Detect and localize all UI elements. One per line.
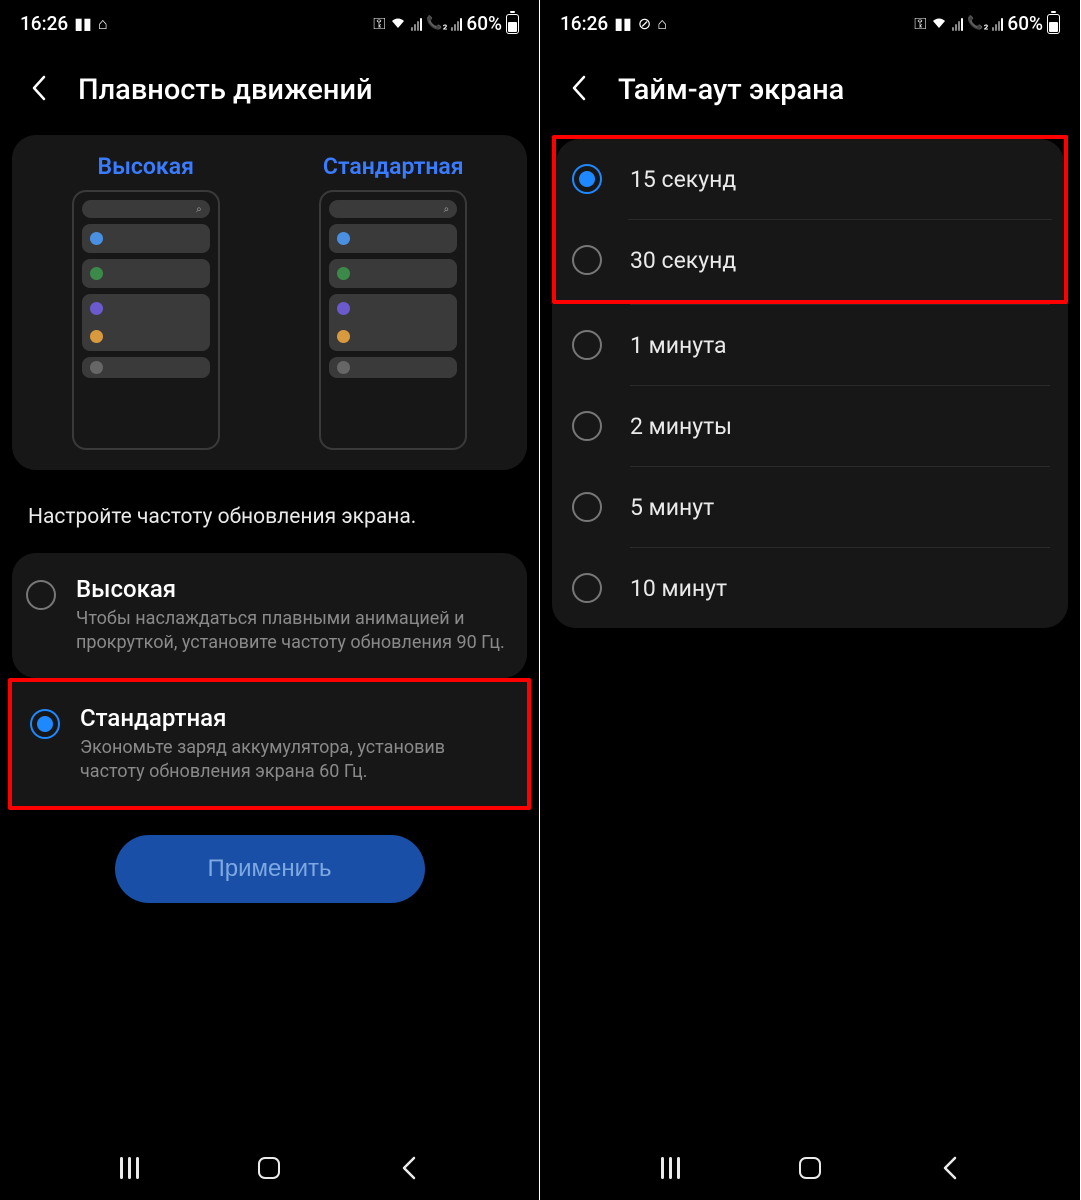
timeout-label: 2 минуты bbox=[630, 413, 732, 440]
nav-home-icon[interactable] bbox=[796, 1154, 824, 1182]
radio-selected-icon bbox=[572, 164, 602, 194]
globe-icon: ⊘ bbox=[638, 16, 651, 32]
option-standard-desc: Экономьте заряд аккумулятора, установив … bbox=[80, 736, 503, 785]
phone-screenshot-screen-timeout: 16:26 ▮▮ ⊘ ⌂ ⚿ 📞₂ 60% Тайм-аут экрана 15 bbox=[540, 0, 1080, 1200]
radio-unselected-icon bbox=[572, 245, 602, 275]
call-icon: 📞₂ bbox=[426, 17, 447, 30]
timeout-option-2m[interactable]: 2 минуты bbox=[552, 386, 1068, 466]
back-icon[interactable] bbox=[570, 74, 598, 107]
house-icon: ⌂ bbox=[98, 16, 108, 32]
status-time: 16:26 bbox=[20, 12, 68, 35]
navigation-bar bbox=[0, 1154, 539, 1182]
battery-percent: 60% bbox=[1007, 12, 1043, 35]
back-icon[interactable] bbox=[30, 74, 58, 107]
nav-home-icon[interactable] bbox=[255, 1154, 283, 1182]
preview-card: Высокая ⌕ Стандартная ⌕ bbox=[12, 135, 527, 470]
nav-back-icon[interactable] bbox=[395, 1154, 423, 1182]
timeout-label: 30 секунд bbox=[630, 247, 736, 274]
radio-selected-icon bbox=[30, 709, 60, 739]
signal-1-icon bbox=[952, 17, 963, 31]
vpn-key-icon: ⚿ bbox=[914, 16, 926, 32]
timeout-option-15s[interactable]: 15 секунд bbox=[556, 139, 1064, 219]
wifi-icon bbox=[389, 15, 407, 32]
status-time: 16:26 bbox=[560, 12, 608, 35]
search-icon: ⌕ bbox=[196, 204, 202, 215]
signal-2-icon bbox=[992, 17, 1003, 31]
option-high-desc: Чтобы наслаждаться плавными анимацией и … bbox=[76, 607, 507, 656]
signal-2-icon bbox=[451, 17, 462, 31]
refresh-rate-options: Высокая Чтобы наслаждаться плавными аним… bbox=[12, 553, 527, 678]
timeout-option-1m[interactable]: 1 минута bbox=[552, 305, 1068, 385]
apply-button[interactable]: Применить bbox=[115, 835, 425, 903]
battery-icon bbox=[1047, 14, 1060, 34]
option-standard[interactable]: Стандартная Экономьте заряд аккумулятора… bbox=[12, 682, 527, 807]
description-text: Настройте частоту обновления экрана. bbox=[0, 470, 539, 553]
nfc-icon: ▮▮ bbox=[74, 16, 92, 32]
radio-unselected-icon bbox=[572, 411, 602, 441]
phone-screenshot-motion-smoothness: 16:26 ▮▮ ⌂ ⚿ 📞₂ 60% Плавность движений В… bbox=[0, 0, 540, 1200]
battery-icon bbox=[506, 14, 519, 34]
timeout-option-5m[interactable]: 5 минут bbox=[552, 467, 1068, 547]
timeout-label: 15 секунд bbox=[630, 166, 736, 193]
preview-mock-standard: ⌕ bbox=[319, 190, 467, 450]
nfc-icon: ▮▮ bbox=[614, 16, 632, 32]
page-title: Тайм-аут экрана bbox=[618, 73, 844, 107]
status-bar: 16:26 ▮▮ ⊘ ⌂ ⚿ 📞₂ 60% bbox=[540, 0, 1080, 43]
navigation-bar bbox=[540, 1154, 1080, 1182]
radio-unselected-icon bbox=[572, 330, 602, 360]
timeout-option-10m[interactable]: 10 минут bbox=[552, 548, 1068, 628]
timeout-label: 10 минут bbox=[630, 575, 727, 602]
radio-unselected-icon bbox=[572, 492, 602, 522]
signal-1-icon bbox=[411, 17, 422, 31]
wifi-icon bbox=[930, 15, 948, 32]
search-icon: ⌕ bbox=[444, 204, 450, 215]
timeout-options-remaining: 1 минута 2 минуты 5 минут 10 минут bbox=[552, 304, 1068, 628]
status-bar: 16:26 ▮▮ ⌂ ⚿ 📞₂ 60% bbox=[0, 0, 539, 43]
page-header: Плавность движений bbox=[0, 43, 539, 135]
option-high-title: Высокая bbox=[76, 575, 507, 603]
timeout-label: 5 минут bbox=[630, 494, 714, 521]
preview-high-label: Высокая bbox=[98, 153, 194, 180]
battery-percent: 60% bbox=[466, 12, 502, 35]
preview-mock-high: ⌕ bbox=[72, 190, 220, 450]
nav-back-icon[interactable] bbox=[936, 1154, 964, 1182]
call-icon: 📞₂ bbox=[967, 17, 988, 30]
preview-high[interactable]: Высокая ⌕ bbox=[27, 153, 265, 450]
house-icon: ⌂ bbox=[657, 16, 667, 32]
radio-unselected-icon bbox=[572, 573, 602, 603]
option-high[interactable]: Высокая Чтобы наслаждаться плавными аним… bbox=[12, 553, 527, 678]
timeout-label: 1 минута bbox=[630, 332, 727, 359]
option-standard-title: Стандартная bbox=[80, 704, 503, 732]
radio-unselected-icon bbox=[26, 580, 56, 610]
annotation-highlight: Стандартная Экономьте заряд аккумулятора… bbox=[8, 678, 531, 811]
annotation-highlight: 15 секунд 30 секунд bbox=[552, 135, 1068, 304]
preview-standard[interactable]: Стандартная ⌕ bbox=[274, 153, 512, 450]
page-title: Плавность движений bbox=[78, 73, 373, 107]
page-header: Тайм-аут экрана bbox=[540, 43, 1080, 135]
preview-standard-label: Стандартная bbox=[323, 153, 464, 180]
nav-recent-icon[interactable] bbox=[656, 1154, 684, 1182]
timeout-option-30s[interactable]: 30 секунд bbox=[556, 220, 1064, 300]
nav-recent-icon[interactable] bbox=[116, 1154, 144, 1182]
vpn-key-icon: ⚿ bbox=[373, 16, 385, 32]
